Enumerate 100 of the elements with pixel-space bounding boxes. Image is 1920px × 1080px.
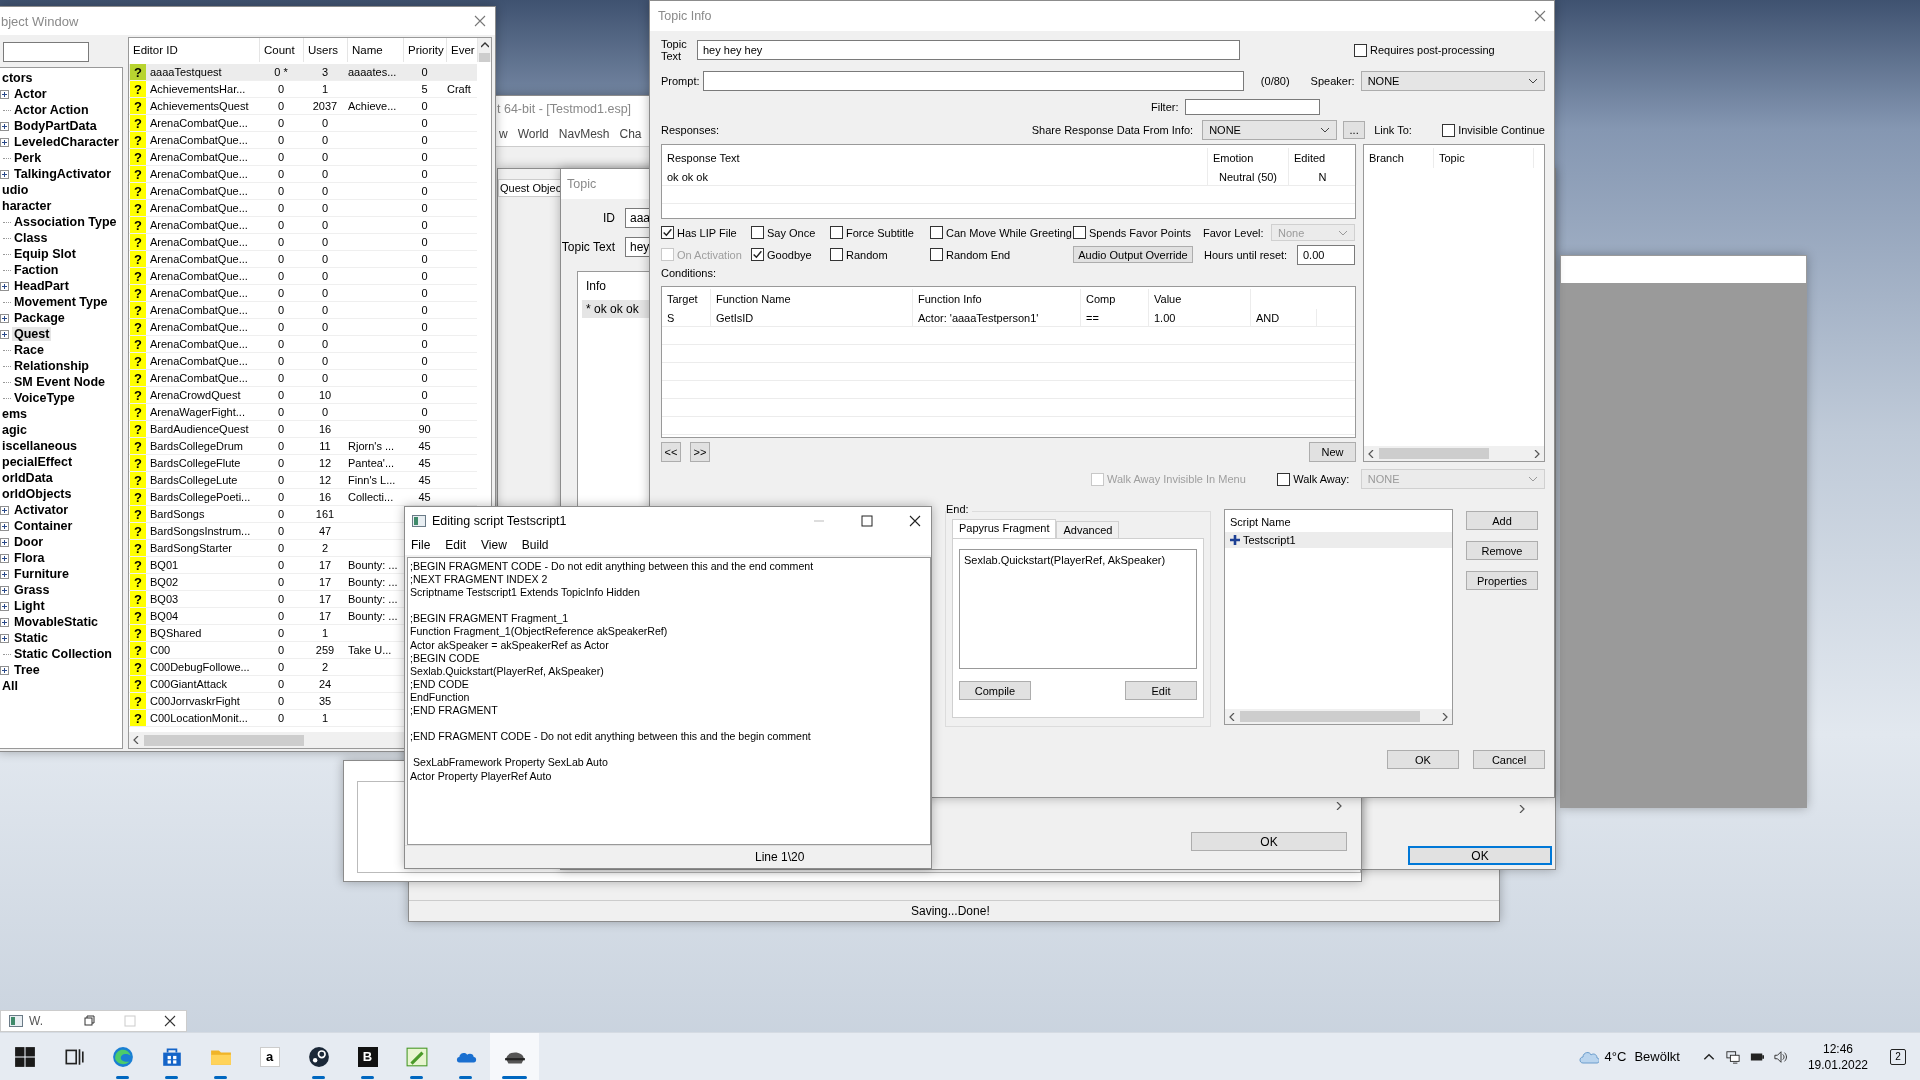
column-header[interactable]: Edited bbox=[1289, 148, 1357, 168]
script-button[interactable]: Add bbox=[1466, 511, 1538, 530]
table-row[interactable]: ? ArenaCombatQue... 0 0 0 bbox=[129, 217, 477, 234]
maximize-icon[interactable] bbox=[861, 515, 873, 527]
tree-item[interactable]: MovableStatic bbox=[12, 615, 101, 629]
filter-field[interactable] bbox=[1184, 99, 1320, 115]
expand-icon[interactable] bbox=[0, 281, 9, 291]
column-header[interactable]: Comp bbox=[1081, 289, 1149, 309]
speaker-icon[interactable] bbox=[1773, 1049, 1788, 1064]
expand-icon[interactable] bbox=[0, 633, 9, 643]
tree-item[interactable]: Door bbox=[12, 535, 46, 549]
new-button[interactable]: New bbox=[1309, 442, 1356, 462]
table-row[interactable]: ? ArenaCrowdQuest 0 10 0 bbox=[129, 387, 477, 404]
table-row[interactable]: ? ArenaCombatQue... 0 0 0 bbox=[129, 132, 477, 149]
expand-icon[interactable] bbox=[0, 137, 9, 147]
expand-icon[interactable] bbox=[0, 313, 9, 323]
next-button[interactable]: >> bbox=[690, 442, 710, 462]
column-header[interactable]: Priority bbox=[404, 38, 447, 62]
checkbox[interactable]: Can Move While Greeting bbox=[930, 226, 1073, 239]
tree-item[interactable]: HeadPart bbox=[12, 279, 71, 293]
checkbox[interactable]: Has LIP File bbox=[661, 226, 751, 239]
tree-item[interactable]: Tree bbox=[12, 663, 42, 677]
minimized-window[interactable]: W. bbox=[0, 1010, 187, 1032]
tree-item[interactable]: orldData bbox=[0, 471, 55, 485]
tree-item[interactable]: Furniture bbox=[12, 567, 71, 581]
expand-icon[interactable] bbox=[0, 665, 9, 675]
column-header[interactable]: Target bbox=[662, 289, 711, 309]
tree-item[interactable]: Package bbox=[12, 311, 67, 325]
menu-item[interactable]: World bbox=[517, 127, 549, 141]
table-row[interactable]: ? ArenaCombatQue... 0 0 0 bbox=[129, 370, 477, 387]
tree-item[interactable]: TalkingActivator bbox=[12, 167, 113, 181]
tree-item[interactable]: ctors bbox=[0, 71, 35, 85]
table-row[interactable]: ? BardsCollegeFlute 0 12 Pantea'... 45 bbox=[129, 455, 477, 472]
tab[interactable]: Papyrus Fragment bbox=[952, 519, 1057, 538]
ok-button[interactable]: OK bbox=[1191, 832, 1347, 851]
table-row[interactable]: ? ArenaCombatQue... 0 0 0 bbox=[129, 251, 477, 268]
text-field[interactable]: hey hey hey bbox=[697, 40, 1240, 60]
table-row[interactable]: ? ArenaCombatQue... 0 0 0 bbox=[129, 353, 477, 370]
table-row[interactable]: ? ArenaCombatQue... 0 0 0 bbox=[129, 200, 477, 217]
expand-icon[interactable] bbox=[0, 553, 9, 563]
taskbar-button[interactable]: B bbox=[343, 1033, 392, 1080]
text-field[interactable] bbox=[702, 71, 1244, 91]
tree-item[interactable]: Activator bbox=[12, 503, 71, 517]
expand-icon[interactable] bbox=[0, 569, 9, 579]
column-header[interactable]: Value bbox=[1149, 289, 1251, 309]
tree-item[interactable]: ems bbox=[0, 407, 30, 421]
horizontal-scrollbar[interactable] bbox=[1225, 709, 1452, 724]
tab[interactable]: Advanced bbox=[1056, 521, 1120, 538]
column-header[interactable]: Users bbox=[304, 38, 348, 62]
table-row[interactable]: ? ArenaCombatQue... 0 0 0 bbox=[129, 234, 477, 251]
tree-item[interactable]: Container bbox=[12, 519, 75, 533]
menu-item[interactable]: Cha bbox=[619, 127, 642, 141]
menu-item[interactable]: Edit bbox=[445, 538, 467, 552]
dropdown[interactable]: NONE bbox=[1360, 71, 1545, 91]
column-header[interactable]: Function Name bbox=[711, 289, 913, 309]
search-field[interactable] bbox=[3, 42, 89, 62]
tree-item[interactable]: Quest bbox=[12, 327, 52, 341]
column-header[interactable]: Emotion bbox=[1208, 148, 1289, 168]
tree-item[interactable]: SM Event Node bbox=[12, 375, 107, 389]
expand-icon[interactable] bbox=[0, 521, 9, 531]
tree-item[interactable]: pecialEffect bbox=[0, 455, 75, 469]
number-field[interactable]: 0.00 bbox=[1297, 244, 1355, 265]
checkbox[interactable]: Random End bbox=[930, 248, 1073, 261]
dropdown[interactable]: NONE bbox=[1202, 120, 1338, 140]
audio-output-button[interactable]: Audio Output Override bbox=[1073, 246, 1193, 263]
table-row[interactable]: ? ArenaCombatQue... 0 0 0 bbox=[129, 115, 477, 132]
table-row[interactable]: ? AchievementsQuest 0 2037 Achieve... 0 bbox=[129, 98, 477, 115]
cancel-button[interactable]: Cancel bbox=[1473, 750, 1545, 769]
restore-icon[interactable] bbox=[84, 1015, 96, 1027]
column-header[interactable]: Function Info bbox=[913, 289, 1081, 309]
tree-item[interactable]: udio bbox=[0, 183, 31, 197]
tree-item[interactable]: Actor bbox=[12, 87, 49, 101]
table-row[interactable]: ? BardsCollegeLute 0 12 Finn's L... 45 bbox=[129, 472, 477, 489]
expand-icon[interactable] bbox=[0, 329, 9, 339]
tab[interactable]: Quest Objec bbox=[498, 179, 561, 197]
table-row[interactable]: ? ArenaCombatQue... 0 0 0 bbox=[129, 183, 477, 200]
table-row[interactable]: ? ArenaCombatQue... 0 0 0 bbox=[129, 302, 477, 319]
table-row[interactable]: ? ArenaCombatQue... 0 0 0 bbox=[129, 285, 477, 302]
ok-button[interactable]: OK bbox=[1408, 846, 1552, 865]
column-header[interactable]: Branch bbox=[1364, 148, 1434, 168]
vertical-scrollbar[interactable] bbox=[478, 38, 491, 62]
tree-item[interactable]: haracter bbox=[0, 199, 54, 213]
expand-icon[interactable] bbox=[0, 585, 9, 595]
menu-item[interactable]: NavMesh bbox=[558, 127, 610, 141]
list-item[interactable]: Testscript1 bbox=[1225, 532, 1452, 548]
close-icon[interactable] bbox=[164, 1015, 176, 1027]
menu-item[interactable]: View bbox=[481, 538, 507, 552]
tree-item[interactable]: Flora bbox=[12, 551, 47, 565]
menu-item[interactable]: File bbox=[411, 538, 431, 552]
tree-item[interactable]: Race bbox=[12, 343, 46, 357]
table-row[interactable]: ? ArenaWagerFight... 0 0 0 bbox=[129, 404, 477, 421]
column-header[interactable]: Count bbox=[260, 38, 304, 62]
expand-icon[interactable] bbox=[0, 169, 9, 179]
expand-icon[interactable] bbox=[0, 617, 9, 627]
checkbox[interactable]: Invisible Continue bbox=[1442, 123, 1545, 137]
expand-icon[interactable] bbox=[0, 89, 9, 99]
compile-button[interactable]: Compile bbox=[959, 681, 1031, 700]
tree-item[interactable]: Association Type bbox=[12, 215, 119, 229]
network-icon[interactable] bbox=[1725, 1049, 1740, 1064]
menu-item[interactable]: w bbox=[499, 127, 508, 141]
